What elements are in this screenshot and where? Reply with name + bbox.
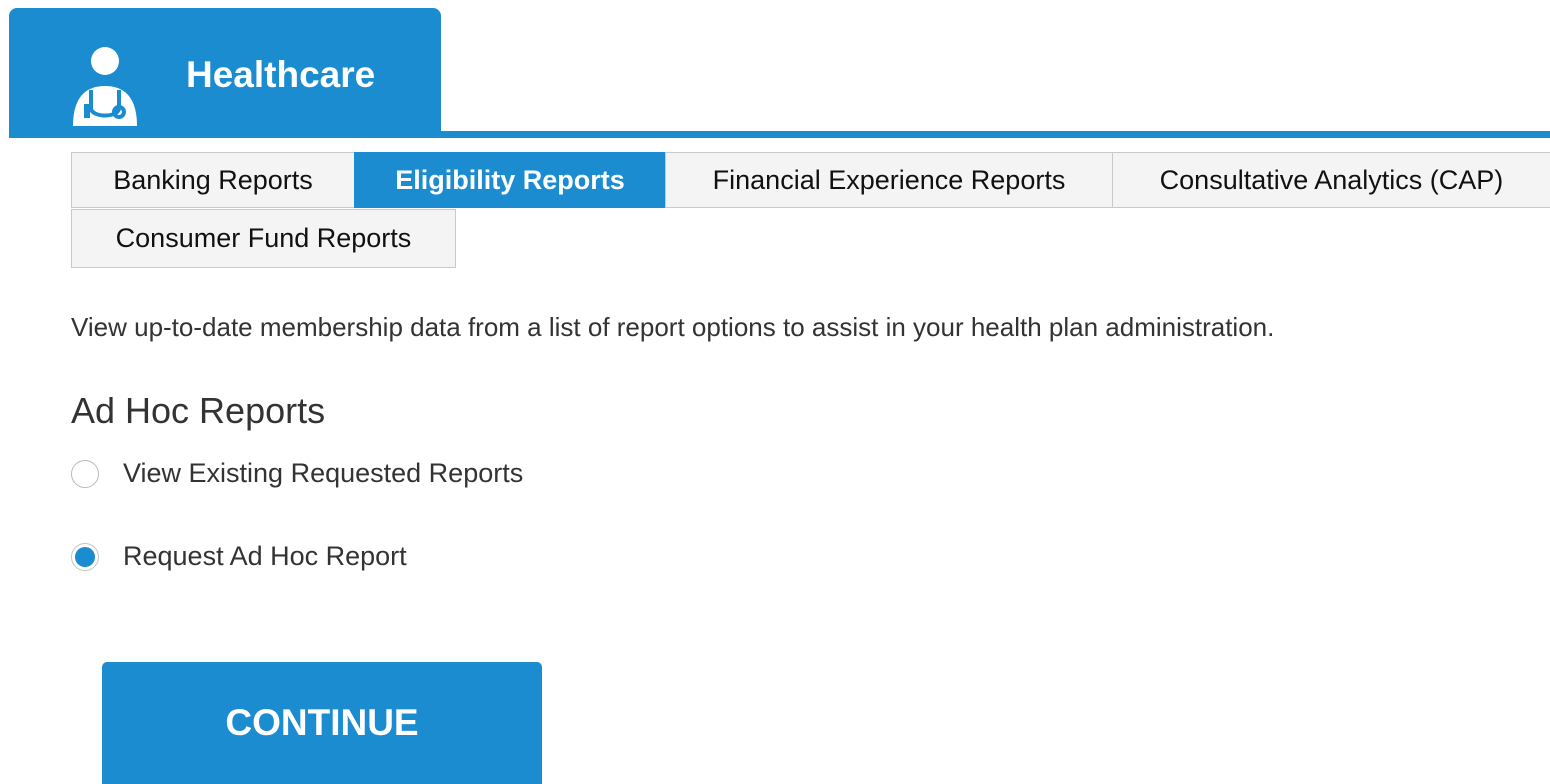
intro-text: View up-to-date membership data from a l… [71, 312, 1275, 342]
tab-financial-experience-reports[interactable]: Financial Experience Reports [665, 152, 1113, 208]
app-title: Healthcare [186, 54, 376, 95]
header-divider [9, 131, 1550, 138]
app-header-tab: Healthcare [9, 8, 441, 133]
page: Healthcare Banking Reports Eligibility R… [0, 0, 1550, 784]
continue-button[interactable]: CONTINUE [102, 662, 542, 784]
radio-button[interactable] [71, 460, 99, 488]
tab-eligibility-reports[interactable]: Eligibility Reports [354, 152, 666, 208]
radio-button-selected[interactable] [71, 543, 99, 571]
radio-label: Request Ad Hoc Report [123, 541, 407, 571]
radio-label: View Existing Requested Reports [123, 458, 524, 488]
tab-consumer-fund-reports[interactable]: Consumer Fund Reports [71, 209, 456, 268]
tab-consultative-analytics[interactable]: Consultative Analytics (CAP) [1112, 152, 1550, 208]
section-title: Ad Hoc Reports [71, 390, 326, 431]
tab-banking-reports[interactable]: Banking Reports [71, 152, 355, 208]
doctor-icon [73, 47, 137, 126]
